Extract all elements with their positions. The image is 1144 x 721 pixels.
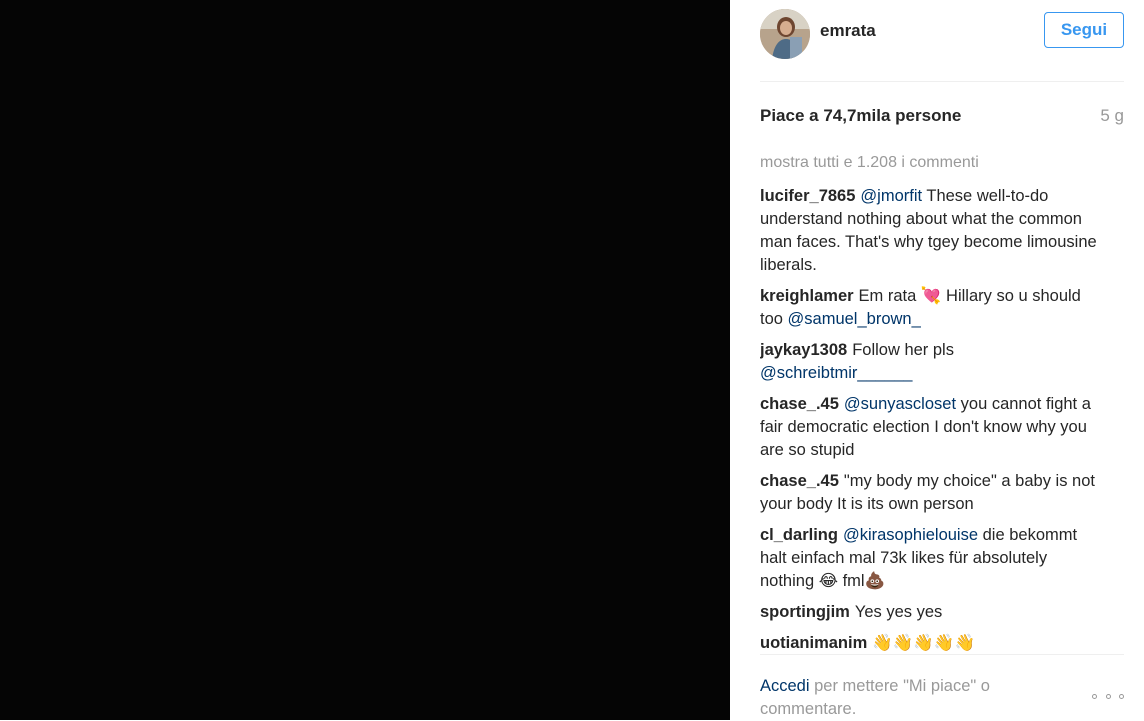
comment-username[interactable]: kreighlamer (760, 287, 854, 305)
login-link[interactable]: Accedi (760, 677, 810, 695)
likes-row: Piace a 74,7mila persone 5 g (760, 106, 1124, 130)
post-username[interactable]: emrata (820, 21, 876, 41)
comment-item: chase_.45 @sunyascloset you cannot fight … (760, 393, 1100, 462)
comment-username[interactable]: jaykay1308 (760, 341, 847, 359)
show-all-comments-link[interactable]: mostra tutti e 1.208 i commenti (760, 154, 979, 172)
comment-item: uotianimanim 👋👋👋👋👋 (760, 632, 1100, 651)
comment-username[interactable]: chase_.45 (760, 395, 839, 413)
comment-item: lucifer_7865 @jmorfit These well-to-do un… (760, 185, 1100, 277)
comment-username[interactable]: sportingjim (760, 603, 850, 621)
comment-username[interactable]: cl_darling (760, 526, 838, 544)
comment-text: Follow her pls (852, 341, 954, 359)
comment-item: jaykay1308 Follow her pls @schreibtmir___… (760, 339, 1100, 385)
dot-icon (1092, 693, 1097, 699)
more-options-icon[interactable] (1092, 689, 1124, 703)
comments-list: lucifer_7865 @jmorfit These well-to-do un… (760, 185, 1100, 651)
avatar[interactable] (760, 9, 810, 59)
comment-item: chase_.45 "my body my choice" a baby is n… (760, 470, 1100, 516)
comment-username[interactable]: chase_.45 (760, 472, 839, 490)
comment-text: 👋👋👋👋👋 (872, 634, 975, 651)
login-prompt: Accedi per mettere "Mi piace" o commenta… (760, 675, 1050, 721)
comment-mention[interactable]: @samuel_brown_ (788, 310, 921, 328)
comment-item: cl_darling @kirasophielouise die bekommt … (760, 524, 1100, 593)
post-age[interactable]: 5 g (1100, 106, 1124, 126)
post-side-panel: emrata Segui Piace a 74,7mila persone 5 … (730, 0, 1144, 720)
comment-text: Yes yes yes (854, 603, 943, 621)
dot-icon (1119, 693, 1124, 699)
post-footer: Accedi per mettere "Mi piace" o commenta… (760, 654, 1124, 721)
dot-icon (1105, 693, 1111, 699)
comment-username[interactable]: lucifer_7865 (760, 187, 855, 205)
comment-mention[interactable]: @sunyascloset (844, 395, 956, 413)
comment-mention[interactable]: @jmorfit (860, 187, 922, 205)
comment-item: kreighlamer Em rata 💘 Hillary so u should… (760, 285, 1100, 331)
comment-mention[interactable]: @schreibtmir______ (760, 364, 913, 382)
comment-mention[interactable]: @kirasophielouise (843, 526, 978, 544)
post-media (0, 0, 730, 720)
comment-item: sportingjim Yes yes yes (760, 601, 1100, 624)
follow-button[interactable]: Segui (1044, 12, 1124, 48)
post-header: emrata Segui (760, 5, 1124, 82)
likes-count[interactable]: Piace a 74,7mila persone (760, 106, 961, 126)
comment-username[interactable]: uotianimanim (760, 634, 867, 651)
profile-photo-icon (760, 9, 810, 59)
